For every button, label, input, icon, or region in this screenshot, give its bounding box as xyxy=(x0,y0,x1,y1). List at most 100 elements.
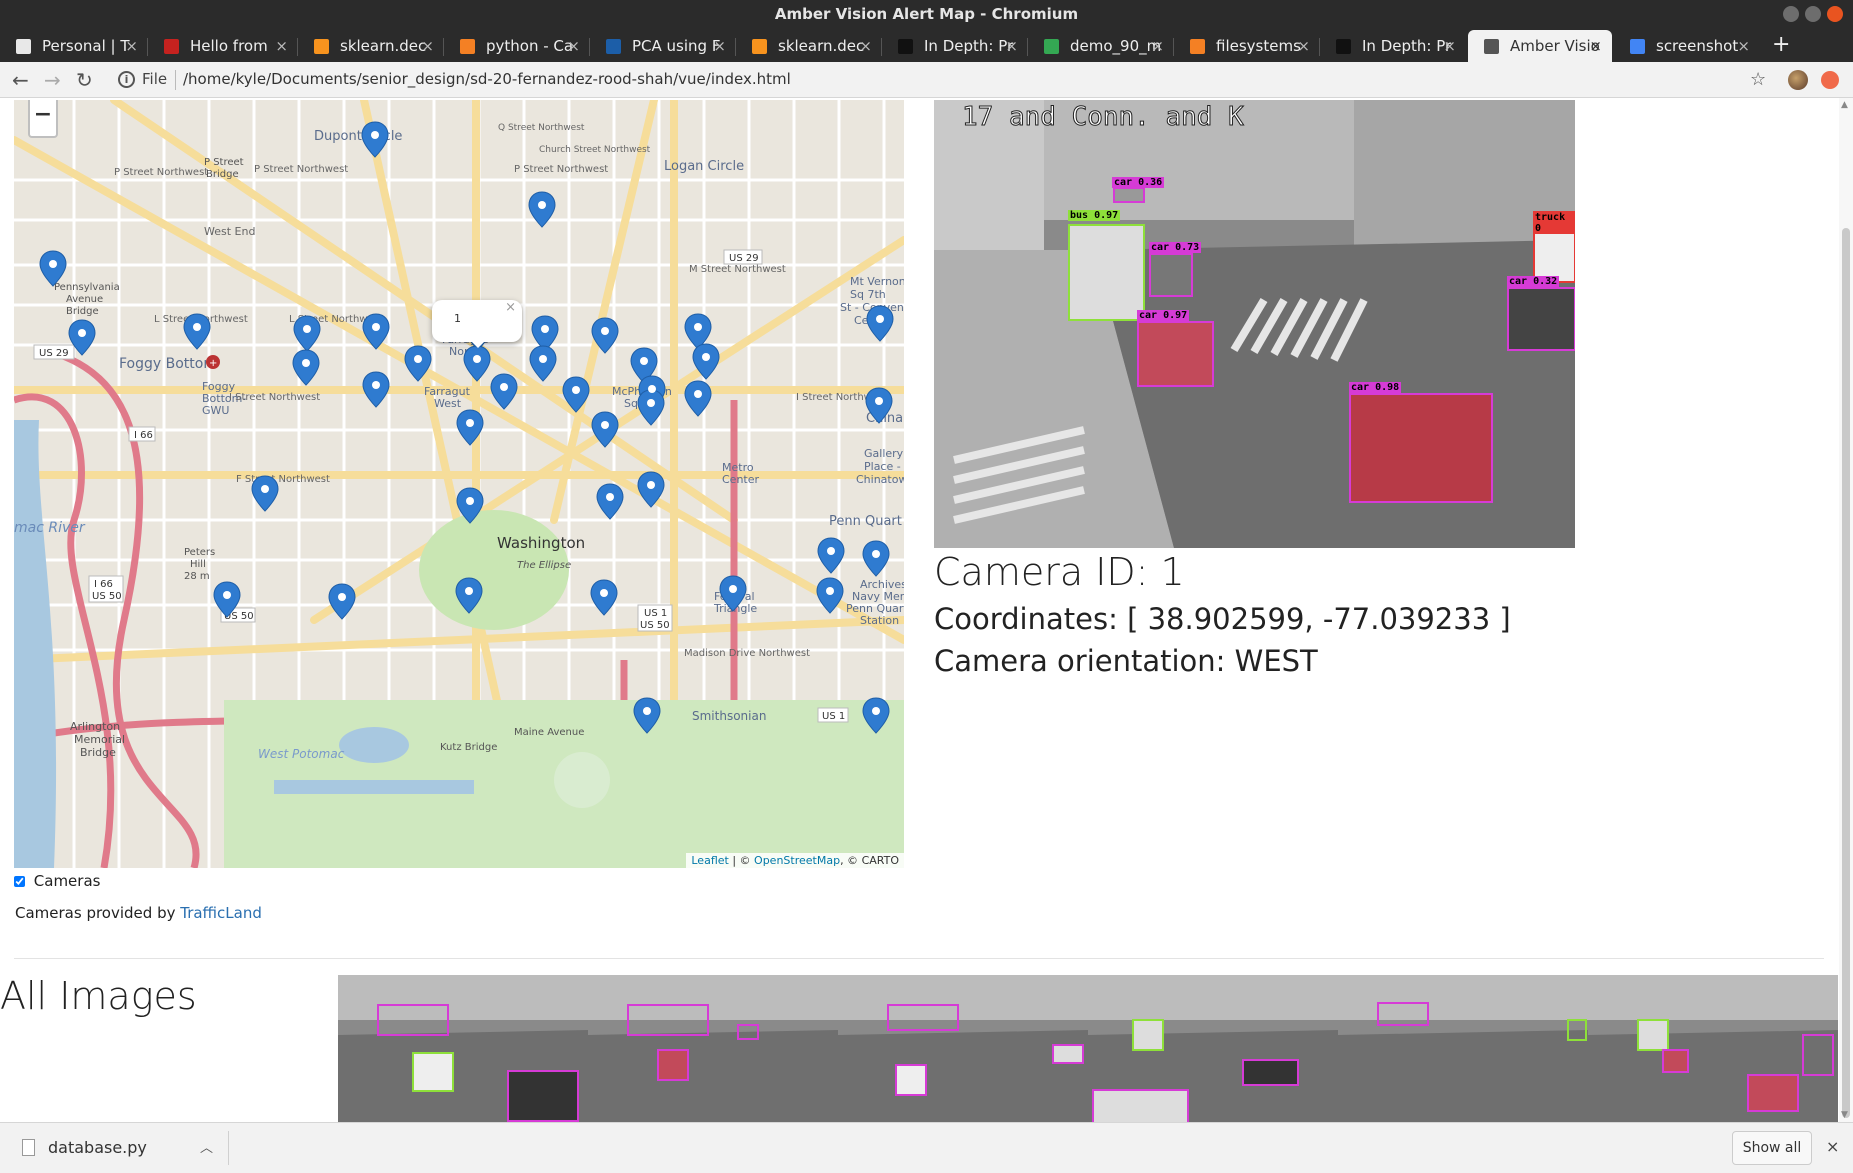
browser-tab[interactable]: python - Ca × xyxy=(444,30,590,62)
scroll-down-icon[interactable]: ▼ xyxy=(1841,1110,1848,1120)
browser-tab[interactable]: Personal | T × xyxy=(0,30,148,62)
tab-close-icon[interactable]: × xyxy=(859,30,872,62)
svg-text:West End: West End xyxy=(204,225,255,238)
svg-text:Sq 7th: Sq 7th xyxy=(850,288,886,301)
trafficland-link[interactable]: TrafficLand xyxy=(180,904,262,922)
window-title-bar: Amber Vision Alert Map - Chromium xyxy=(0,0,1853,28)
download-item[interactable]: database.py xyxy=(48,1138,147,1157)
camera-map[interactable]: Dupont Circle Logan Circle P Street Nort… xyxy=(14,100,904,868)
svg-text:P Street Northwest: P Street Northwest xyxy=(514,164,608,175)
gallery-thumbnail[interactable] xyxy=(838,975,1088,1122)
tab-favicon-icon xyxy=(460,39,475,54)
svg-text:US 50: US 50 xyxy=(92,591,122,602)
gallery-thumbnail[interactable] xyxy=(1338,975,1588,1122)
close-shelf-icon[interactable]: × xyxy=(1826,1137,1839,1156)
svg-text:Smithsonian: Smithsonian xyxy=(692,709,766,723)
maximize-button[interactable] xyxy=(1805,6,1821,22)
carto-label: CARTO xyxy=(861,854,899,867)
svg-text:Bridge: Bridge xyxy=(206,169,239,180)
tab-close-icon[interactable]: × xyxy=(1151,30,1164,62)
osm-link[interactable]: OpenStreetMap xyxy=(754,854,840,867)
back-arrow-icon[interactable]: ← xyxy=(12,66,29,94)
map-attribution: Leaflet | © OpenStreetMap, © CARTO xyxy=(686,853,904,868)
tab-close-icon[interactable]: × xyxy=(1443,30,1456,62)
tab-favicon-icon xyxy=(898,39,913,54)
svg-text:Washington: Washington xyxy=(497,534,585,552)
browser-tab[interactable]: In Depth: Pr × xyxy=(882,30,1028,62)
gallery-thumbnail[interactable] xyxy=(338,975,588,1122)
profile-avatar[interactable] xyxy=(1788,70,1808,90)
gallery-thumbnail[interactable] xyxy=(588,975,838,1122)
svg-text:Memorial: Memorial xyxy=(74,733,125,746)
svg-text:Pennsylvania: Pennsylvania xyxy=(54,282,120,293)
browser-tab[interactable]: sklearn.dec × xyxy=(298,30,444,62)
browser-tab[interactable]: screenshot × xyxy=(1614,30,1760,62)
svg-text:Bridge: Bridge xyxy=(80,746,116,759)
gallery-thumbnail[interactable] xyxy=(1588,975,1838,1122)
chevron-up-icon[interactable]: ︿ xyxy=(200,1137,213,1156)
bookmark-star-icon[interactable]: ☆ xyxy=(1750,66,1766,94)
tab-close-icon[interactable]: × xyxy=(713,30,726,62)
svg-text:Hill: Hill xyxy=(190,559,206,570)
browser-tab[interactable]: In Depth: Pr × xyxy=(1320,30,1466,62)
tab-favicon-icon xyxy=(1484,39,1499,54)
browser-tab[interactable]: Hello from × xyxy=(148,30,298,62)
tab-close-icon[interactable]: × xyxy=(1005,30,1018,62)
detection-label: car 0.98 xyxy=(1349,382,1402,393)
tab-favicon-icon xyxy=(314,39,329,54)
browser-tab[interactable]: demo_90_m × xyxy=(1028,30,1174,62)
browser-tab-active[interactable]: Amber Visio × xyxy=(1468,30,1612,62)
detection-label: bus 0.97 xyxy=(1068,210,1121,221)
browser-tab[interactable]: filesystems × xyxy=(1174,30,1320,62)
scheme-label: File xyxy=(142,70,168,88)
address-bar[interactable]: /home/kyle/Documents/senior_design/sd-20… xyxy=(183,70,791,88)
scrollbar-thumb[interactable] xyxy=(1842,228,1850,1118)
leaflet-link[interactable]: Leaflet xyxy=(691,854,728,867)
svg-text:Mt Vernon: Mt Vernon xyxy=(850,275,904,288)
gallery-thumbnail[interactable] xyxy=(1088,975,1338,1122)
scroll-up-icon[interactable]: ▲ xyxy=(1841,100,1848,110)
svg-text:P Street: P Street xyxy=(204,157,244,168)
page-scrollbar[interactable]: ▲ ▼ xyxy=(1839,98,1853,1122)
tab-favicon-icon xyxy=(752,39,767,54)
tab-close-icon[interactable]: × xyxy=(1589,30,1602,62)
close-window-button[interactable] xyxy=(1827,6,1843,22)
show-all-button[interactable]: Show all xyxy=(1732,1131,1812,1165)
camera-orientation: Camera orientation: WEST xyxy=(934,644,1318,678)
svg-text:P Street Northwest: P Street Northwest xyxy=(114,167,208,178)
svg-text:Avenue: Avenue xyxy=(66,294,103,305)
extension-icon[interactable] xyxy=(1821,71,1839,89)
forward-arrow-icon[interactable]: → xyxy=(44,66,61,94)
svg-text:West Potomac: West Potomac xyxy=(258,747,345,761)
svg-text:+: + xyxy=(209,358,217,369)
info-icon[interactable]: i xyxy=(118,71,135,88)
cameras-checkbox[interactable] xyxy=(14,876,25,887)
tab-close-icon[interactable]: × xyxy=(275,30,288,62)
cameras-layer-toggle[interactable]: Cameras xyxy=(14,872,100,890)
tab-close-icon[interactable]: × xyxy=(567,30,580,62)
cameras-credit: Cameras provided by TrafficLand xyxy=(15,904,262,922)
svg-text:US 50: US 50 xyxy=(640,620,670,631)
svg-text:F Street Northwest: F Street Northwest xyxy=(236,474,330,485)
svg-text:US 29: US 29 xyxy=(729,253,759,264)
detection-label: car 0.97 xyxy=(1137,310,1190,321)
svg-text:The Ellipse: The Ellipse xyxy=(517,560,571,571)
browser-tab[interactable]: PCA using F × xyxy=(590,30,736,62)
browser-tab[interactable]: sklearn.dec × xyxy=(736,30,882,62)
reload-icon[interactable]: ↻ xyxy=(76,66,93,94)
page-content: Dupont Circle Logan Circle P Street Nort… xyxy=(0,98,1853,1122)
divider xyxy=(14,958,1824,959)
zoom-out-button[interactable]: − xyxy=(30,100,56,130)
svg-text:Center: Center xyxy=(722,473,760,486)
tab-close-icon[interactable]: × xyxy=(421,30,434,62)
new-tab-button[interactable]: + xyxy=(1772,28,1790,62)
svg-text:Church Street Northwest: Church Street Northwest xyxy=(539,145,651,155)
svg-text:Q Street Northwest: Q Street Northwest xyxy=(498,123,585,133)
tab-close-icon[interactable]: × xyxy=(1297,30,1310,62)
popup-close-icon[interactable]: × xyxy=(505,300,516,315)
svg-text:M Street Northwest: M Street Northwest xyxy=(689,264,786,275)
minimize-button[interactable] xyxy=(1783,6,1799,22)
tab-close-icon[interactable]: × xyxy=(1737,30,1750,62)
detection-label: car 0.32 xyxy=(1507,276,1560,287)
tab-close-icon[interactable]: × xyxy=(125,30,138,62)
